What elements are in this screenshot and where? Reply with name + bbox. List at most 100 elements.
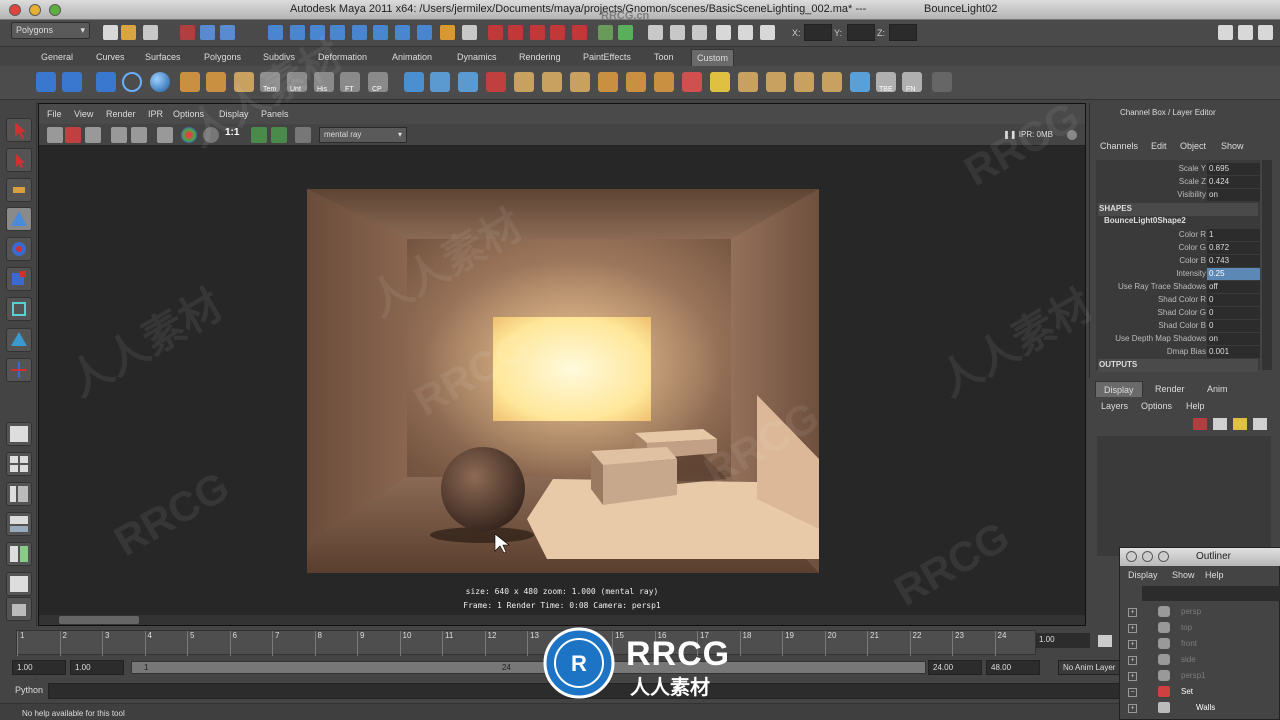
- append-polygon-icon[interactable]: [794, 72, 814, 92]
- layer-menu-layers[interactable]: Layers: [1101, 401, 1128, 411]
- render-current-frame-icon[interactable]: [648, 25, 663, 40]
- tool-settings-icon[interactable]: [1238, 25, 1253, 40]
- channel-row[interactable]: Color R1: [1096, 229, 1260, 242]
- polygon-tool-icon[interactable]: [514, 72, 534, 92]
- rendered-image[interactable]: [307, 189, 819, 573]
- start-range-field[interactable]: 1.00: [70, 660, 124, 675]
- outliner-item[interactable]: + persp1: [1128, 669, 1278, 684]
- outliner-menu-help[interactable]: Help: [1205, 570, 1224, 580]
- select-object-icon[interactable]: [200, 25, 215, 40]
- layer-options-icon[interactable]: [1233, 418, 1247, 430]
- combine-icon[interactable]: [626, 72, 646, 92]
- channel-value[interactable]: 0: [1207, 294, 1260, 306]
- shelf-tab-surfaces[interactable]: Surfaces: [140, 49, 186, 66]
- highlight-selection-icon[interactable]: [462, 25, 477, 40]
- merge-vertices-icon[interactable]: [766, 72, 786, 92]
- bevel-icon[interactable]: [570, 72, 590, 92]
- channel-value[interactable]: 0.695: [1207, 163, 1260, 175]
- hypershade-layout-icon[interactable]: [6, 542, 32, 566]
- close-window-button[interactable]: [9, 4, 21, 16]
- graph-editor-layout-icon[interactable]: [6, 572, 32, 596]
- persp-graph-layout-icon[interactable]: [6, 512, 32, 536]
- y-field[interactable]: [847, 24, 875, 41]
- outliner-item[interactable]: + persp: [1128, 605, 1278, 620]
- zoom-window-button[interactable]: [49, 4, 61, 16]
- channel-row[interactable]: Visibility on: [1096, 189, 1260, 202]
- construction-history-icon[interactable]: [618, 25, 633, 40]
- select-deformations-icon[interactable]: [352, 25, 367, 40]
- paint-select-tool-icon[interactable]: [6, 178, 32, 202]
- menu-display[interactable]: Display: [219, 109, 249, 119]
- lattice-icon[interactable]: [850, 72, 870, 92]
- move-tool-icon[interactable]: [6, 207, 32, 231]
- shelf-tab-general[interactable]: General: [36, 49, 78, 66]
- command-language-label[interactable]: Python: [15, 685, 43, 695]
- hypershade-icon[interactable]: [716, 25, 731, 40]
- split-polygon-icon[interactable]: [710, 72, 730, 92]
- cb-menu-edit[interactable]: Edit: [1151, 141, 1167, 151]
- shelf-tab-dynamics[interactable]: Dynamics: [452, 49, 502, 66]
- sphere-icon[interactable]: [150, 72, 170, 92]
- select-dynamics-icon[interactable]: [373, 25, 388, 40]
- minimize-window-button[interactable]: [1142, 551, 1153, 562]
- channel-row[interactable]: Color G 0.872: [1096, 242, 1260, 255]
- fill-hole-icon[interactable]: [822, 72, 842, 92]
- layer-menu-help[interactable]: Help: [1186, 401, 1205, 411]
- plane-icon[interactable]: [234, 72, 254, 92]
- select-handles-icon[interactable]: [268, 25, 283, 40]
- select-curves-icon[interactable]: [310, 25, 325, 40]
- channel-row[interactable]: Scale Y 0.695: [1096, 163, 1260, 176]
- open-scene-icon[interactable]: [121, 25, 136, 40]
- menu-view[interactable]: View: [74, 109, 93, 119]
- layer-settings-icon[interactable]: [1253, 418, 1267, 430]
- end-range-field[interactable]: 24.00: [928, 660, 982, 675]
- channel-row[interactable]: Shad Color R0: [1096, 294, 1260, 307]
- select-surfaces-icon[interactable]: [330, 25, 345, 40]
- menu-panels[interactable]: Panels: [261, 109, 289, 119]
- expand-icon[interactable]: −: [1128, 688, 1137, 697]
- four-view-layout-icon[interactable]: [6, 452, 32, 476]
- expand-icon[interactable]: +: [1128, 640, 1137, 649]
- ipr-render-icon[interactable]: [670, 25, 685, 40]
- shelf-tab-curves[interactable]: Curves: [91, 49, 130, 66]
- shelf-tab-custom[interactable]: Custom: [691, 49, 735, 66]
- persp-outliner-layout-icon[interactable]: [6, 482, 32, 506]
- keep-image-icon[interactable]: [251, 127, 267, 143]
- single-perspective-layout-icon[interactable]: [6, 422, 32, 446]
- select-hierarchy-icon[interactable]: [180, 25, 195, 40]
- time-ticks[interactable]: 123456789101112131415161718192021222324: [16, 630, 1036, 656]
- outliner-item[interactable]: + front: [1128, 637, 1278, 652]
- channel-value[interactable]: 0.25: [1207, 268, 1260, 280]
- soft-mod-tool-icon[interactable]: [6, 328, 32, 352]
- lasso-tool-icon[interactable]: [6, 148, 32, 172]
- outliner-menu-display[interactable]: Display: [1128, 570, 1158, 580]
- outliner-item[interactable]: + side: [1128, 653, 1278, 668]
- select-tool-icon[interactable]: [6, 118, 32, 142]
- snap-point-icon[interactable]: [530, 25, 545, 40]
- close-window-button[interactable]: [1126, 551, 1137, 562]
- smooth-icon[interactable]: [598, 72, 618, 92]
- snap-grid-icon[interactable]: [488, 25, 503, 40]
- insert-edge-loop-icon[interactable]: [738, 72, 758, 92]
- menu-render[interactable]: Render: [106, 109, 136, 119]
- manipulator-tool-icon[interactable]: [6, 297, 32, 321]
- snap-curve-icon[interactable]: [508, 25, 523, 40]
- expand-icon[interactable]: +: [1128, 608, 1137, 617]
- expand-icon[interactable]: +: [1128, 704, 1137, 713]
- channel-value[interactable]: 0: [1207, 320, 1260, 332]
- channel-row[interactable]: Use Ray Trace Shadows off: [1096, 281, 1260, 294]
- horizontal-scrollbar[interactable]: [39, 615, 1085, 625]
- redo-render-icon[interactable]: [47, 127, 63, 143]
- outliner-menu-show[interactable]: Show: [1172, 570, 1195, 580]
- select-rendering-icon[interactable]: [395, 25, 410, 40]
- channel-row[interactable]: Scale Z 0.424: [1096, 176, 1260, 189]
- new-layer-selected-icon[interactable]: [1213, 418, 1227, 430]
- light-icon[interactable]: [404, 72, 424, 92]
- renderer-dropdown[interactable]: mental ray ▾: [319, 127, 407, 143]
- outliner-filter-input[interactable]: [1142, 586, 1280, 601]
- mirror-icon[interactable]: [682, 72, 702, 92]
- save-scene-icon[interactable]: [143, 25, 158, 40]
- snapshot-icon[interactable]: [85, 127, 101, 143]
- channel-box-icon[interactable]: [1258, 25, 1273, 40]
- show-manipulator-icon[interactable]: [6, 358, 32, 382]
